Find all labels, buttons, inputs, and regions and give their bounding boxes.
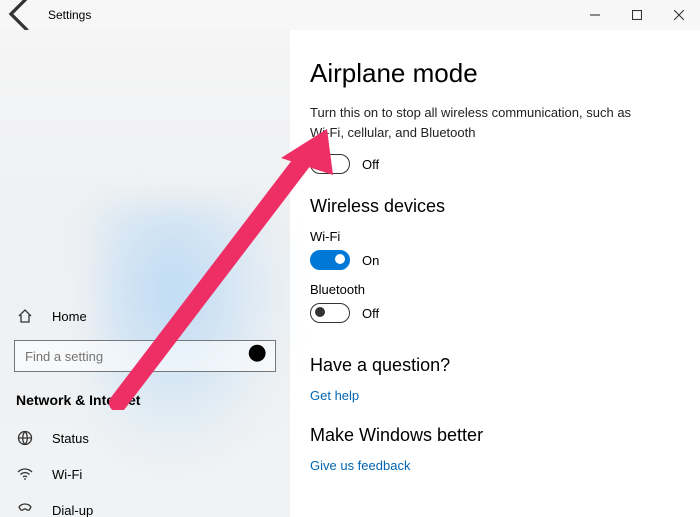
search-box[interactable] (14, 340, 276, 372)
sidebar-home-label: Home (52, 309, 87, 324)
page-description: Turn this on to stop all wireless commun… (310, 103, 650, 142)
sidebar-item-dialup[interactable]: Dial-up (0, 492, 290, 517)
minimize-button[interactable] (574, 0, 616, 30)
sidebar-home[interactable]: Home (0, 298, 290, 334)
airplane-mode-toggle[interactable] (310, 154, 350, 174)
bluetooth-toggle[interactable] (310, 303, 350, 323)
content-pane: Airplane mode Turn this on to stop all w… (290, 30, 700, 517)
bluetooth-label: Bluetooth (310, 282, 680, 297)
search-icon (245, 341, 275, 371)
status-icon (16, 430, 34, 446)
window-title: Settings (44, 8, 91, 22)
feedback-heading: Make Windows better (310, 425, 680, 446)
get-help-link[interactable]: Get help (310, 388, 359, 403)
wifi-icon (16, 466, 34, 482)
feedback-link[interactable]: Give us feedback (310, 458, 410, 473)
home-icon (16, 308, 34, 324)
sidebar: Home Network & Internet Status Wi-Fi Dia… (0, 30, 290, 517)
wifi-state: On (362, 253, 379, 268)
bluetooth-state: Off (362, 306, 379, 321)
dialup-icon (16, 502, 34, 517)
sidebar-item-wifi[interactable]: Wi-Fi (0, 456, 290, 492)
page-title: Airplane mode (310, 58, 680, 89)
sidebar-item-status[interactable]: Status (0, 420, 290, 456)
wifi-toggle[interactable] (310, 250, 350, 270)
titlebar: Settings (0, 0, 700, 30)
search-input[interactable] (15, 349, 245, 364)
wireless-devices-heading: Wireless devices (310, 196, 680, 217)
maximize-button[interactable] (616, 0, 658, 30)
close-button[interactable] (658, 0, 700, 30)
sidebar-item-label: Status (52, 431, 89, 446)
help-heading: Have a question? (310, 355, 680, 376)
sidebar-item-label: Wi-Fi (52, 467, 82, 482)
sidebar-category: Network & Internet (0, 386, 290, 420)
sidebar-item-label: Dial-up (52, 503, 93, 517)
airplane-mode-state: Off (362, 157, 379, 172)
wifi-label: Wi-Fi (310, 229, 680, 244)
